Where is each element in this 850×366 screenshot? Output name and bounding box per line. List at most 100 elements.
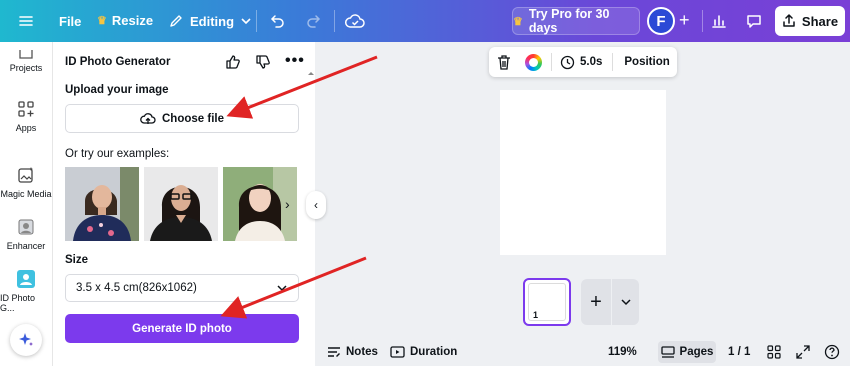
thumbs-up-icon [226, 55, 240, 69]
undo-icon [270, 15, 284, 28]
try-pro-label: Try Pro for 30 days [528, 7, 610, 35]
notes-button[interactable]: Notes [327, 346, 378, 358]
editing-label: Editing [190, 13, 235, 29]
page-thumbnail[interactable]: 1 [523, 278, 571, 326]
menu-button[interactable] [18, 13, 34, 29]
rail-item-label: Enhancer [6, 241, 46, 251]
grid-icon [767, 345, 781, 359]
cloud-save-button[interactable] [345, 12, 365, 30]
add-page-button[interactable]: + [581, 291, 611, 314]
add-page-options-button[interactable] [612, 296, 639, 308]
resize-label: Resize [111, 13, 154, 28]
zoom-level[interactable]: 119% [608, 346, 637, 358]
size-select[interactable]: 3.5 x 4.5 cm(826x1062) [65, 274, 299, 302]
resize-button[interactable]: ♛ Resize [97, 13, 153, 28]
delete-button[interactable] [497, 54, 511, 70]
fullscreen-button[interactable] [796, 345, 810, 359]
choose-file-label: Choose file [162, 112, 224, 125]
like-button[interactable] [225, 54, 241, 75]
rail-item-apps[interactable]: Apps [0, 98, 52, 133]
color-wheel-icon [525, 53, 542, 71]
add-page-control: + [581, 279, 639, 325]
rail-item-label: ID Photo G... [0, 293, 36, 313]
collapse-panel-button[interactable]: ‹ [306, 191, 326, 219]
insights-button[interactable] [710, 12, 728, 30]
undo-button[interactable] [270, 13, 286, 29]
divider [256, 10, 257, 32]
folder-icon [15, 44, 37, 60]
editing-dropdown[interactable]: Editing [168, 13, 252, 29]
magic-media-icon [15, 164, 37, 186]
rail-item-magic-media[interactable]: Magic Media [0, 164, 52, 199]
chevron-right-icon: › [285, 196, 290, 212]
rail-item-id-photo[interactable]: ID Photo G... [0, 268, 52, 313]
rail-item-projects[interactable]: Projects [0, 44, 52, 73]
hamburger-icon [19, 16, 33, 26]
examples-label: Or try our examples: [65, 148, 170, 160]
rail-item-label: Magic Media [0, 189, 52, 199]
grid-view-button[interactable] [767, 345, 781, 359]
id-photo-panel: ID Photo Generator ••• Upload your image… [52, 42, 315, 366]
sparkle-icon [19, 333, 33, 346]
examples-next-button[interactable]: › [285, 196, 290, 212]
try-pro-button[interactable]: ♛ Try Pro for 30 days [512, 7, 640, 35]
chevron-down-icon [241, 18, 251, 25]
design-page[interactable] [500, 90, 666, 255]
share-button[interactable]: Share [775, 6, 845, 36]
crown-icon: ♛ [97, 15, 107, 27]
share-label: Share [801, 13, 839, 29]
add-collaborator-button[interactable]: + [679, 10, 690, 31]
comment-icon [747, 15, 761, 28]
more-options-button[interactable]: ••• [285, 52, 305, 70]
enhancer-icon [15, 216, 37, 238]
woman-glasses-portrait-image [144, 167, 218, 241]
divider [612, 53, 614, 71]
dislike-button[interactable] [255, 54, 271, 75]
woman-portrait-image [65, 167, 139, 241]
rail-item-enhancer[interactable]: Enhancer [0, 216, 52, 251]
clock-icon [560, 55, 575, 69]
size-label: Size [65, 254, 89, 266]
cloud-check-icon [345, 14, 365, 28]
avatar[interactable]: F [647, 7, 675, 35]
top-bar: File ♛ Resize Editing ♛ Try Pro for 30 d… [0, 0, 850, 42]
color-button[interactable] [525, 53, 542, 71]
play-box-icon [390, 346, 405, 358]
context-toolbar: 5.0s Position [489, 47, 677, 77]
panel-title: ID Photo Generator [65, 56, 171, 68]
expand-icon [796, 345, 810, 359]
rail-item-label: Apps [15, 123, 37, 133]
help-button[interactable] [824, 344, 840, 360]
id-photo-icon [15, 268, 37, 290]
position-button[interactable]: Position [624, 56, 669, 68]
chevron-left-icon: ‹ [314, 198, 318, 212]
apps-icon [15, 98, 37, 120]
duration-value: 5.0s [580, 56, 603, 68]
upload-label: Upload your image [65, 84, 169, 96]
cloud-upload-icon [140, 112, 156, 124]
example-photo-2[interactable] [144, 167, 218, 241]
magic-assistant-button[interactable] [10, 324, 42, 356]
share-icon [783, 14, 795, 27]
size-value: 3.5 x 4.5 cm(826x1062) [76, 282, 197, 294]
comments-button[interactable] [745, 12, 763, 30]
example-photo-1[interactable] [65, 167, 139, 241]
duration-button[interactable]: 5.0s [560, 55, 602, 70]
pencil-icon [170, 15, 182, 27]
left-rail: Projects Apps Magic Media Enhancer ID Ph… [0, 42, 52, 366]
generate-id-photo-button[interactable]: Generate ID photo [65, 314, 299, 343]
page-count: 1 / 1 [728, 346, 751, 358]
divider [334, 10, 335, 32]
duration-toggle-button[interactable]: Duration [390, 346, 457, 358]
crown-icon: ♛ [513, 15, 523, 28]
pages-icon [660, 346, 675, 358]
file-menu[interactable]: File [59, 14, 81, 29]
help-icon [824, 344, 840, 360]
bar-chart-icon [712, 15, 726, 28]
page-number: 1 [533, 310, 539, 320]
redo-button[interactable] [305, 13, 321, 29]
choose-file-button[interactable]: Choose file [65, 104, 299, 133]
scroll-indicator[interactable] [308, 70, 314, 82]
duration-label: Duration [410, 346, 458, 358]
pages-button[interactable]: Pages [658, 341, 716, 363]
